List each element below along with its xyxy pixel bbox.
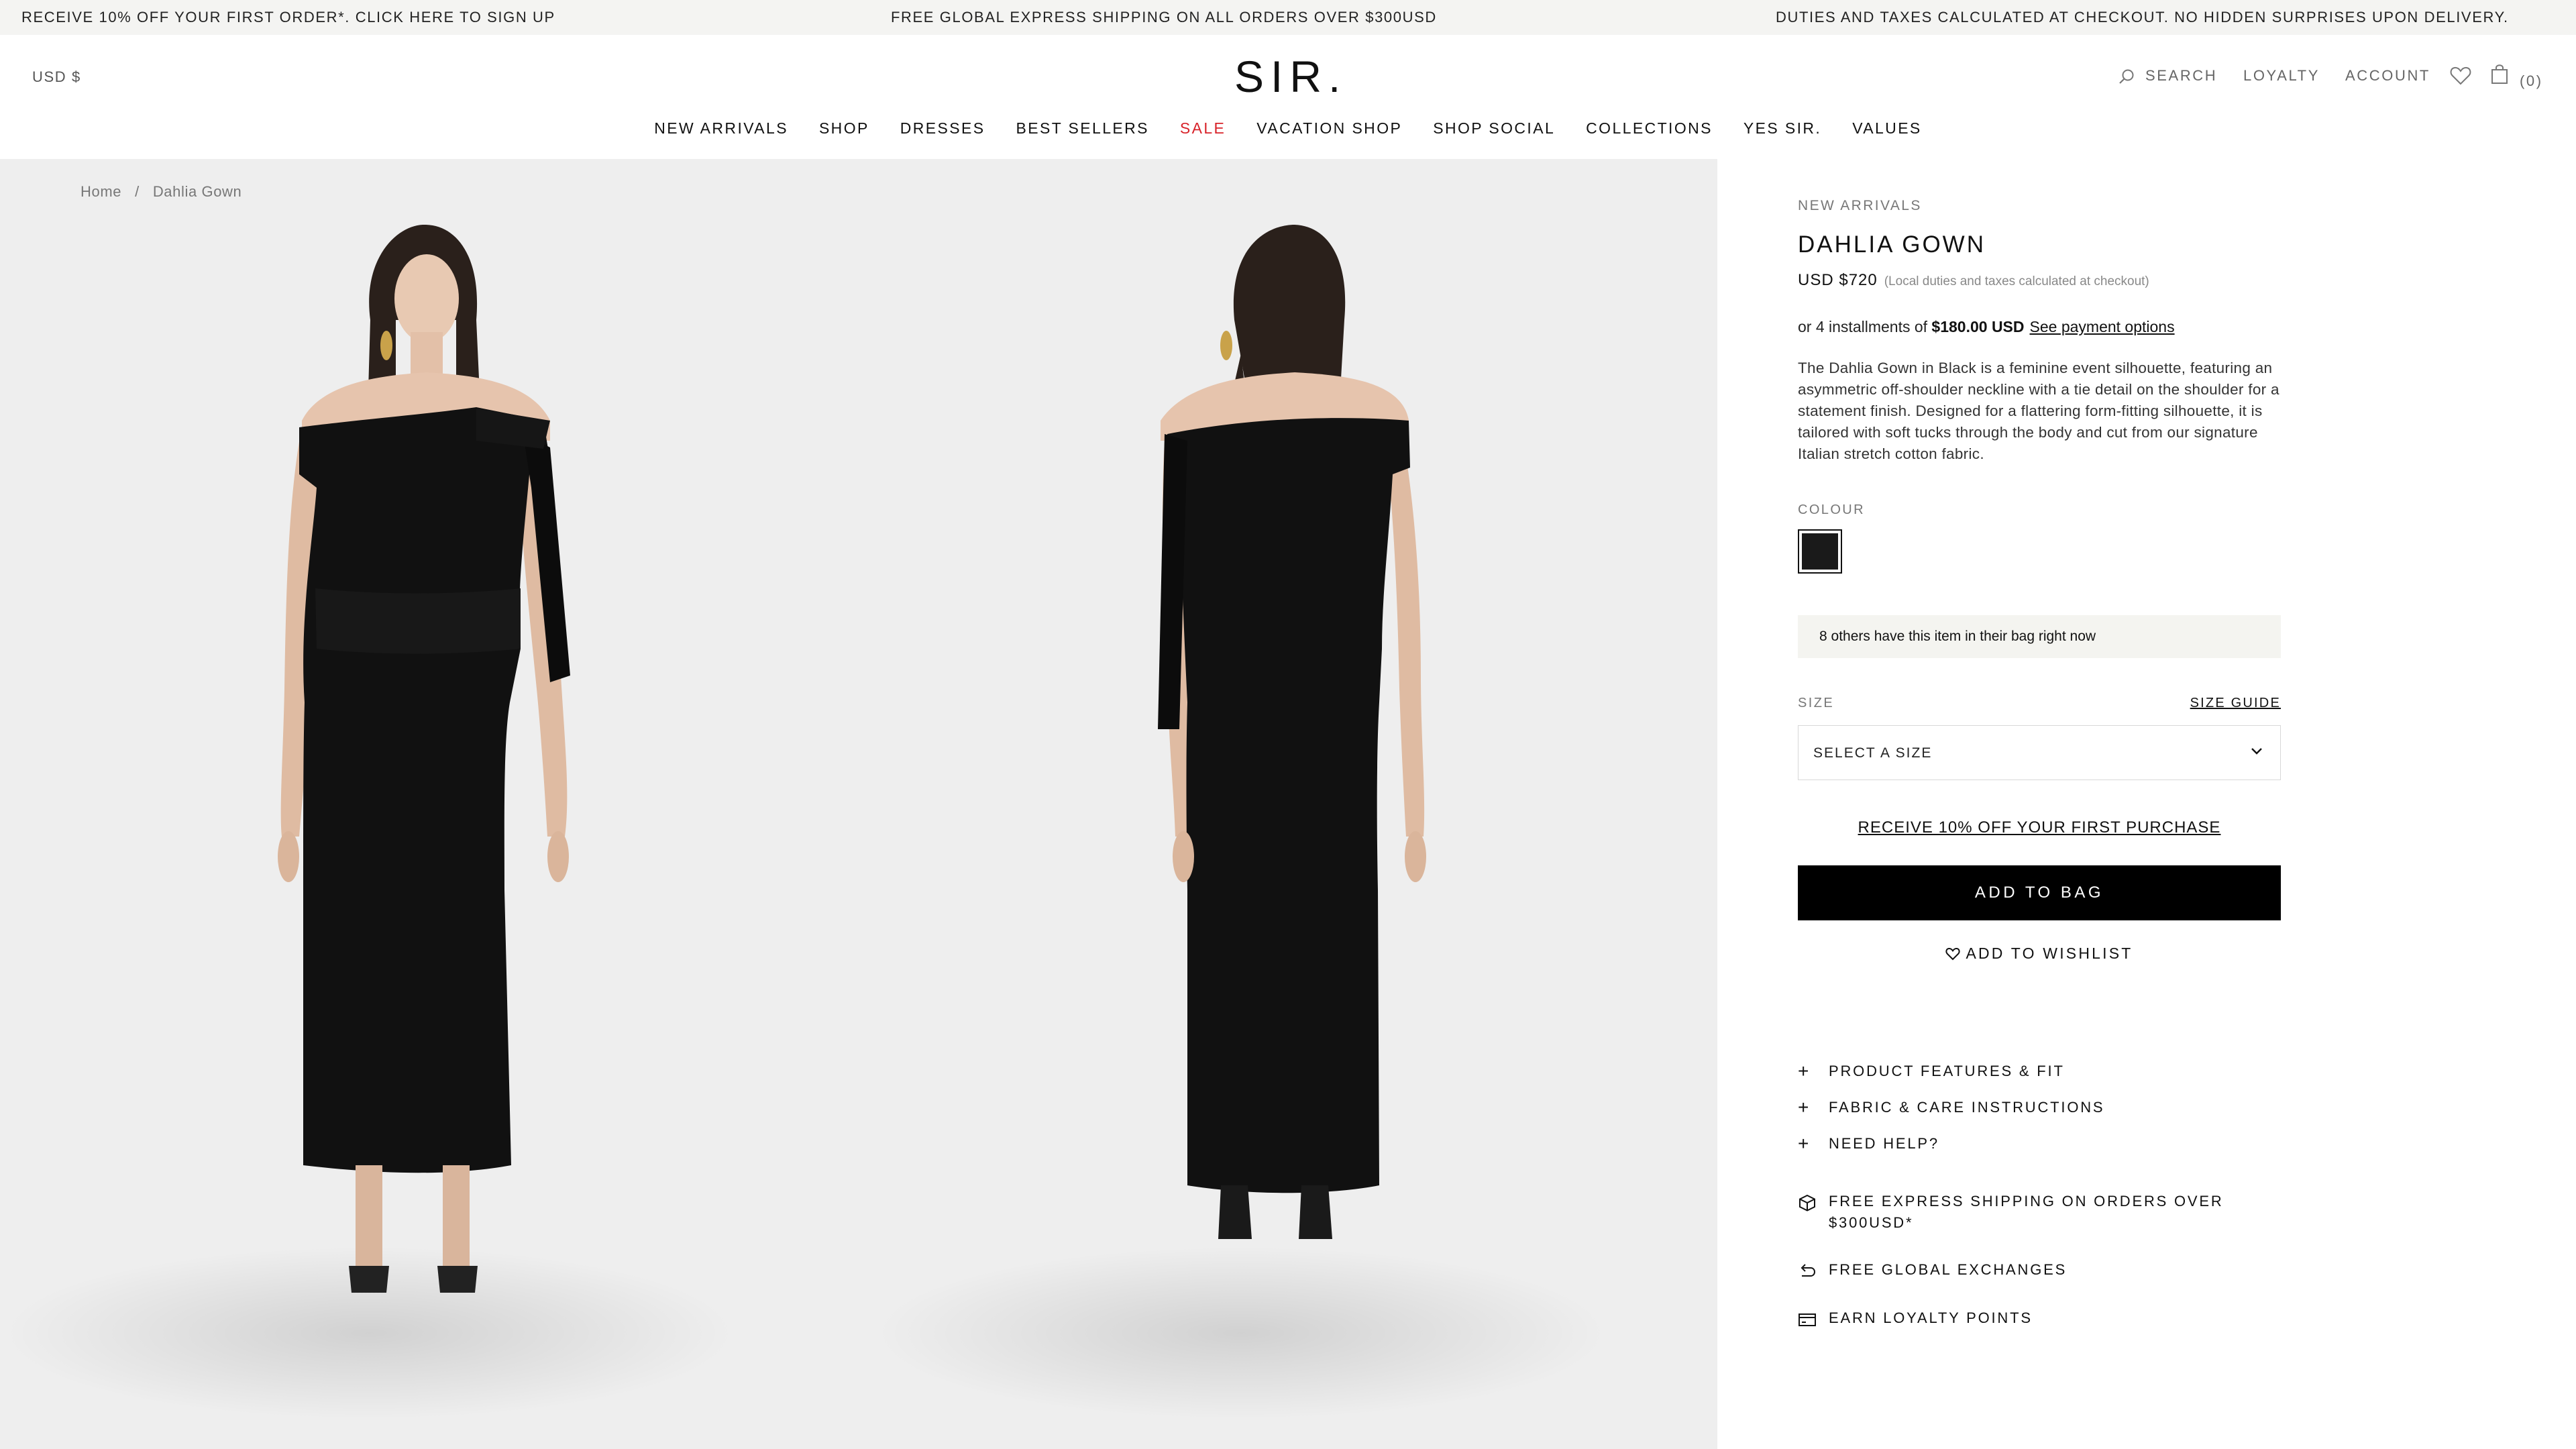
perk-text: FREE EXPRESS SHIPPING ON ORDERS OVER $30… bbox=[1829, 1193, 2224, 1231]
nav-dresses[interactable]: DRESSES bbox=[900, 119, 985, 138]
breadcrumb: Home / Dahlia Gown bbox=[80, 183, 241, 201]
search-icon[interactable] bbox=[2118, 68, 2136, 86]
payment-options-link[interactable]: See payment options bbox=[2030, 318, 2175, 335]
price-note: (Local duties and taxes calculated at ch… bbox=[1884, 274, 2149, 288]
price-value: USD $720 bbox=[1798, 271, 1878, 289]
colour-label: COLOUR bbox=[1798, 502, 1865, 517]
signup-announcement-link[interactable]: RECEIVE 10% OFF YOUR FIRST ORDER*. CLICK… bbox=[21, 0, 555, 35]
chevron-down-icon bbox=[2251, 748, 2262, 755]
search-link[interactable]: SEARCH bbox=[2145, 67, 2217, 85]
shipping-announcement: FREE GLOBAL EXPRESS SHIPPING ON ALL ORDE… bbox=[891, 9, 1437, 25]
product-image-back[interactable] bbox=[1100, 219, 1476, 1413]
loyalty-link[interactable]: LOYALTY bbox=[2243, 67, 2320, 85]
plus-icon: + bbox=[1798, 1097, 1809, 1118]
heart-icon[interactable] bbox=[2450, 66, 2471, 86]
breadcrumb-separator: / bbox=[135, 183, 140, 200]
product-image-front[interactable] bbox=[255, 219, 631, 1413]
size-select-placeholder: SELECT A SIZE bbox=[1813, 745, 1933, 761]
breadcrumb-home[interactable]: Home bbox=[80, 183, 121, 200]
installments-prefix: or 4 installments of bbox=[1798, 318, 1928, 335]
nav-new-arrivals[interactable]: NEW ARRIVALS bbox=[654, 119, 788, 138]
wishlist-label: ADD TO WISHLIST bbox=[1966, 945, 2133, 962]
product-title: DAHLIA GOWN bbox=[1798, 231, 1986, 258]
accordion-label: PRODUCT FEATURES & FIT bbox=[1829, 1063, 2065, 1079]
product-price: USD $720 (Local duties and taxes calculat… bbox=[1798, 271, 2149, 290]
site-logo[interactable]: SIR. bbox=[1234, 51, 1342, 102]
add-to-bag-button[interactable]: ADD TO BAG bbox=[1798, 865, 2281, 920]
bag-notice: 8 others have this item in their bag rig… bbox=[1798, 615, 2281, 658]
nav-shop[interactable]: SHOP bbox=[819, 119, 869, 138]
nav-collections[interactable]: COLLECTIONS bbox=[1586, 119, 1713, 138]
nav-values[interactable]: VALUES bbox=[1852, 119, 1921, 138]
plus-icon: + bbox=[1798, 1133, 1809, 1154]
accordion-need-help[interactable]: + NEED HELP? bbox=[1798, 1132, 2281, 1156]
accordion-product-features[interactable]: + PRODUCT FEATURES & FIT bbox=[1798, 1059, 2281, 1083]
bag-count[interactable]: (0) bbox=[2520, 72, 2543, 90]
size-guide-link[interactable]: SIZE GUIDE bbox=[2190, 696, 2281, 711]
plus-icon: + bbox=[1798, 1061, 1809, 1081]
swatch-fill bbox=[1802, 533, 1838, 570]
perk-text: EARN LOYALTY POINTS bbox=[1829, 1309, 2033, 1326]
installments-info: or 4 installments of $180.00 USD See paym… bbox=[1798, 318, 2175, 336]
announcement-bar: RECEIVE 10% OFF YOUR FIRST ORDER*. CLICK… bbox=[0, 0, 2576, 35]
nav-shop-social[interactable]: SHOP SOCIAL bbox=[1433, 119, 1555, 138]
first-purchase-promo-link[interactable]: RECEIVE 10% OFF YOUR FIRST PURCHASE bbox=[1798, 818, 2281, 837]
nav-best-sellers[interactable]: BEST SELLERS bbox=[1016, 119, 1148, 138]
accordion-label: FABRIC & CARE INSTRUCTIONS bbox=[1829, 1099, 2105, 1116]
product-category[interactable]: NEW ARRIVALS bbox=[1798, 198, 1922, 214]
product-description: The Dahlia Gown in Black is a feminine e… bbox=[1798, 360, 2279, 462]
return-arrow-icon bbox=[1801, 1264, 1816, 1277]
add-to-wishlist-button[interactable]: ADD TO WISHLIST bbox=[1798, 941, 2281, 965]
heart-icon bbox=[1945, 947, 1961, 961]
main-navigation: NEW ARRIVALS SHOP DRESSES BEST SELLERS SALE V… bbox=[0, 119, 2576, 138]
box-icon bbox=[1799, 1194, 1815, 1212]
accordion-fabric-care[interactable]: + FABRIC & CARE INSTRUCTIONS bbox=[1798, 1095, 2281, 1120]
size-select[interactable]: SELECT A SIZE bbox=[1798, 725, 2281, 780]
duties-announcement: DUTIES AND TAXES CALCULATED AT CHECKOUT.… bbox=[1776, 9, 2509, 25]
colour-swatch-black[interactable] bbox=[1798, 529, 1842, 574]
accordion-label: NEED HELP? bbox=[1829, 1135, 1939, 1152]
breadcrumb-current: Dahlia Gown bbox=[152, 183, 242, 200]
currency-selector[interactable]: USD $ bbox=[32, 68, 81, 86]
product-gallery: Home / Dahlia Gown bbox=[0, 159, 1717, 1449]
nav-sale[interactable]: SALE bbox=[1180, 119, 1226, 138]
site-header: USD $ SIR. SEARCH LOYALTY ACCOUNT (0) NE… bbox=[0, 35, 2576, 159]
nav-vacation-shop[interactable]: VACATION SHOP bbox=[1256, 119, 1402, 138]
size-label: SIZE bbox=[1798, 696, 1835, 710]
nav-yes-sir[interactable]: YES SIR. bbox=[1743, 119, 1821, 138]
perk-text: FREE GLOBAL EXCHANGES bbox=[1829, 1261, 2068, 1278]
shopping-bag-icon[interactable] bbox=[2490, 63, 2509, 85]
installments-amount: $180.00 USD bbox=[1931, 318, 2025, 335]
card-icon bbox=[1799, 1313, 1816, 1326]
account-link[interactable]: ACCOUNT bbox=[2345, 67, 2430, 85]
